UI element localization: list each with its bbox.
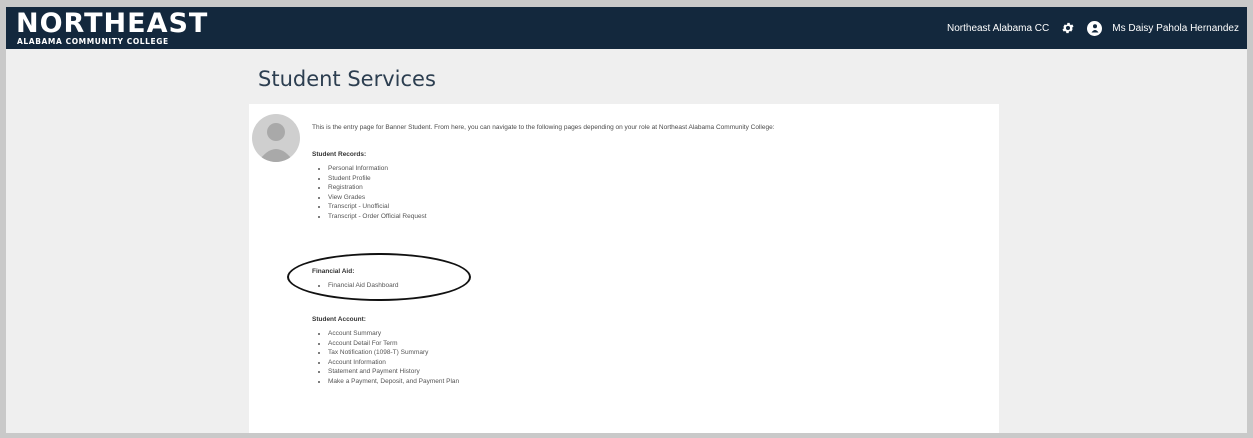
link-make-a-payment[interactable]: Make a Payment, Deposit, and Payment Pla… bbox=[328, 378, 459, 385]
student-account-list: Account Summary Account Detail For Term … bbox=[312, 329, 459, 386]
page-title: Student Services bbox=[258, 67, 436, 91]
highlight-circle-annotation bbox=[287, 253, 471, 301]
section-title-student-account: Student Account: bbox=[312, 316, 366, 323]
list-item: Registration bbox=[328, 183, 427, 193]
student-records-section: Student Records: Personal Information St… bbox=[312, 150, 427, 221]
institution-link[interactable]: Northeast Alabama CC bbox=[947, 23, 1049, 34]
gear-icon[interactable] bbox=[1061, 21, 1075, 35]
list-item: Account Information bbox=[328, 358, 459, 368]
user-name-menu[interactable]: Ms Daisy Pahola Hernandez bbox=[1112, 23, 1239, 34]
list-item: Personal Information bbox=[328, 164, 427, 174]
student-account-section: Student Account: Account Summary Account… bbox=[312, 315, 459, 386]
link-account-information[interactable]: Account Information bbox=[328, 359, 386, 366]
list-item: Student Profile bbox=[328, 174, 427, 184]
browser-frame: NORTHEAST ALABAMA COMMUNITY COLLEGE Nort… bbox=[6, 7, 1247, 433]
services-content: This is the entry page for Banner Studen… bbox=[312, 123, 1002, 385]
user-icon[interactable] bbox=[1087, 20, 1103, 36]
link-account-summary[interactable]: Account Summary bbox=[328, 330, 381, 337]
section-title-student-records: Student Records: bbox=[312, 151, 367, 158]
link-tax-notification[interactable]: Tax Notification (1098-T) Summary bbox=[328, 349, 428, 356]
link-statement-payment-history[interactable]: Statement and Payment History bbox=[328, 368, 420, 375]
list-item: View Grades bbox=[328, 193, 427, 203]
list-item: Statement and Payment History bbox=[328, 367, 459, 377]
college-logo-subtitle: ALABAMA COMMUNITY COLLEGE bbox=[17, 37, 169, 46]
header-right-group: Northeast Alabama CC Ms Daisy Pahola Her… bbox=[947, 7, 1239, 49]
link-student-profile[interactable]: Student Profile bbox=[328, 175, 371, 182]
intro-text: This is the entry page for Banner Studen… bbox=[312, 124, 775, 131]
student-records-list: Personal Information Student Profile Reg… bbox=[312, 164, 427, 221]
link-view-grades[interactable]: View Grades bbox=[328, 194, 365, 201]
link-registration[interactable]: Registration bbox=[328, 184, 363, 191]
list-item: Account Summary bbox=[328, 329, 459, 339]
link-transcript-order-official[interactable]: Transcript - Order Official Request bbox=[328, 213, 427, 220]
list-item: Transcript - Unofficial bbox=[328, 202, 427, 212]
list-item: Account Detail For Term bbox=[328, 339, 459, 349]
list-item: Transcript - Order Official Request bbox=[328, 212, 427, 222]
link-personal-information[interactable]: Personal Information bbox=[328, 165, 388, 172]
avatar-placeholder bbox=[252, 114, 300, 162]
link-transcript-unofficial[interactable]: Transcript - Unofficial bbox=[328, 203, 389, 210]
list-item: Make a Payment, Deposit, and Payment Pla… bbox=[328, 377, 459, 387]
top-navigation-bar: NORTHEAST ALABAMA COMMUNITY COLLEGE Nort… bbox=[6, 7, 1247, 49]
college-logo[interactable]: NORTHEAST bbox=[16, 10, 208, 38]
link-account-detail-for-term[interactable]: Account Detail For Term bbox=[328, 340, 398, 347]
list-item: Tax Notification (1098-T) Summary bbox=[328, 348, 459, 358]
